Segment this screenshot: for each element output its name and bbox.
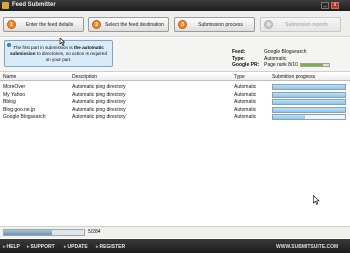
row-progress-bar (272, 99, 346, 105)
update-link[interactable]: ▸UPDATE (64, 244, 88, 250)
cell-type: Automatic (234, 114, 257, 120)
bullet-icon: ▸ (64, 244, 67, 250)
app-icon (2, 2, 9, 9)
step-submission-process-button[interactable]: 3 Submission process (174, 17, 255, 32)
cell-type: Automatic (234, 84, 257, 90)
cell-description: Automatic ping directory (72, 91, 126, 98)
cell-name: Blog.goo.ne.jp (3, 106, 35, 113)
toolbar: 1 Enter the feed details 2 Select the fe… (0, 11, 350, 37)
page-rank-fill (300, 63, 324, 66)
row-progress-bar (272, 91, 346, 98)
register-link[interactable]: ▸REGISTER (96, 244, 125, 250)
step-number-icon: 2 (92, 20, 101, 29)
row-progress-fill (273, 92, 345, 97)
step-number-icon: 4 (264, 20, 273, 29)
step-submission-reports-button: 4 Submission reports (260, 17, 341, 32)
step-label: Enter the feed details (25, 22, 74, 28)
update-link-label: UPDATE (67, 244, 88, 250)
title-bar: Feed Submitter _ x (0, 0, 350, 11)
page-rank-bar (299, 62, 330, 67)
minimize-button[interactable]: _ (321, 2, 329, 9)
row-progress-fill (273, 107, 345, 112)
bullet-icon: ▸ (27, 244, 30, 250)
cell-name: MoreOver (3, 84, 26, 90)
step-label: Select the feed destination (105, 22, 164, 28)
help-link[interactable]: ▸HELP (3, 244, 20, 250)
tooltip-text-after: to directories, no action is required on… (35, 51, 108, 62)
cell-name: Google Blogsearch (3, 114, 46, 120)
step-number-icon: 3 (178, 20, 187, 29)
footer: ▸HELP ▸SUPPORT ▸UPDATE ▸REGISTER WWW.SUB… (0, 239, 350, 253)
cell-type: Automatic (234, 99, 257, 105)
cell-description: Automatic ping directory (72, 84, 126, 90)
pr-label: Google PR: (232, 62, 260, 68)
status-bar: 5/284 (0, 226, 350, 238)
header-description[interactable]: Description (72, 74, 97, 80)
cell-description: Automatic ping directory (72, 114, 126, 120)
step-label: Submission reports (285, 22, 328, 28)
register-link-label: REGISTER (99, 244, 126, 250)
cell-name: My Yahoo (3, 91, 26, 98)
row-progress-bar (272, 84, 346, 90)
overall-progress-fill (4, 230, 52, 235)
step-number-icon: 1 (7, 20, 16, 29)
mouse-pointer-icon (313, 195, 320, 205)
info-icon (7, 43, 11, 47)
cell-description: Automatic ping directory (72, 99, 126, 105)
directory-table: Name Description Type Submition progress… (0, 73, 350, 226)
feed-info: Feed: Google Blogsearch Type: Automatic Go… (232, 49, 348, 69)
header-progress[interactable]: Submition progress (272, 74, 315, 80)
overall-progress-bar (3, 229, 85, 236)
submission-count: 5/284 (88, 229, 101, 235)
cell-type: Automatic (234, 106, 257, 113)
help-link-label: HELP (6, 244, 20, 250)
support-link[interactable]: ▸SUPPORT (27, 244, 55, 250)
row-progress-fill (273, 115, 306, 119)
cell-name: Bblog (3, 99, 16, 105)
hand-cursor-icon (59, 38, 66, 46)
website-link[interactable]: WWW.SUBMITSUITE.COM (276, 244, 338, 250)
row-progress-fill (273, 85, 345, 89)
step-label: Submission process (198, 22, 243, 28)
pr-value: Page rank 8/10 (264, 62, 298, 68)
cell-type: Automatic (234, 91, 257, 98)
row-progress-bar (272, 114, 346, 120)
support-link-label: SUPPORT (30, 244, 55, 250)
table-header: Name Description Type Submition progress (0, 73, 350, 81)
bullet-icon: ▸ (3, 244, 6, 250)
window-title: Feed Submitter (12, 2, 56, 8)
table-row[interactable]: Google Blogsearch Automatic ping director… (0, 113, 350, 121)
header-name[interactable]: Name (3, 74, 16, 80)
step-select-destination-button[interactable]: 2 Select the feed destination (88, 17, 169, 32)
row-progress-bar (272, 106, 346, 113)
row-progress-fill (273, 100, 345, 104)
close-button[interactable]: x (331, 2, 339, 9)
cell-description: Automatic ping directory (72, 106, 126, 113)
header-type[interactable]: Type (234, 74, 245, 80)
bullet-icon: ▸ (96, 244, 99, 250)
step-enter-feed-details-button[interactable]: 1 Enter the feed details (3, 17, 84, 32)
